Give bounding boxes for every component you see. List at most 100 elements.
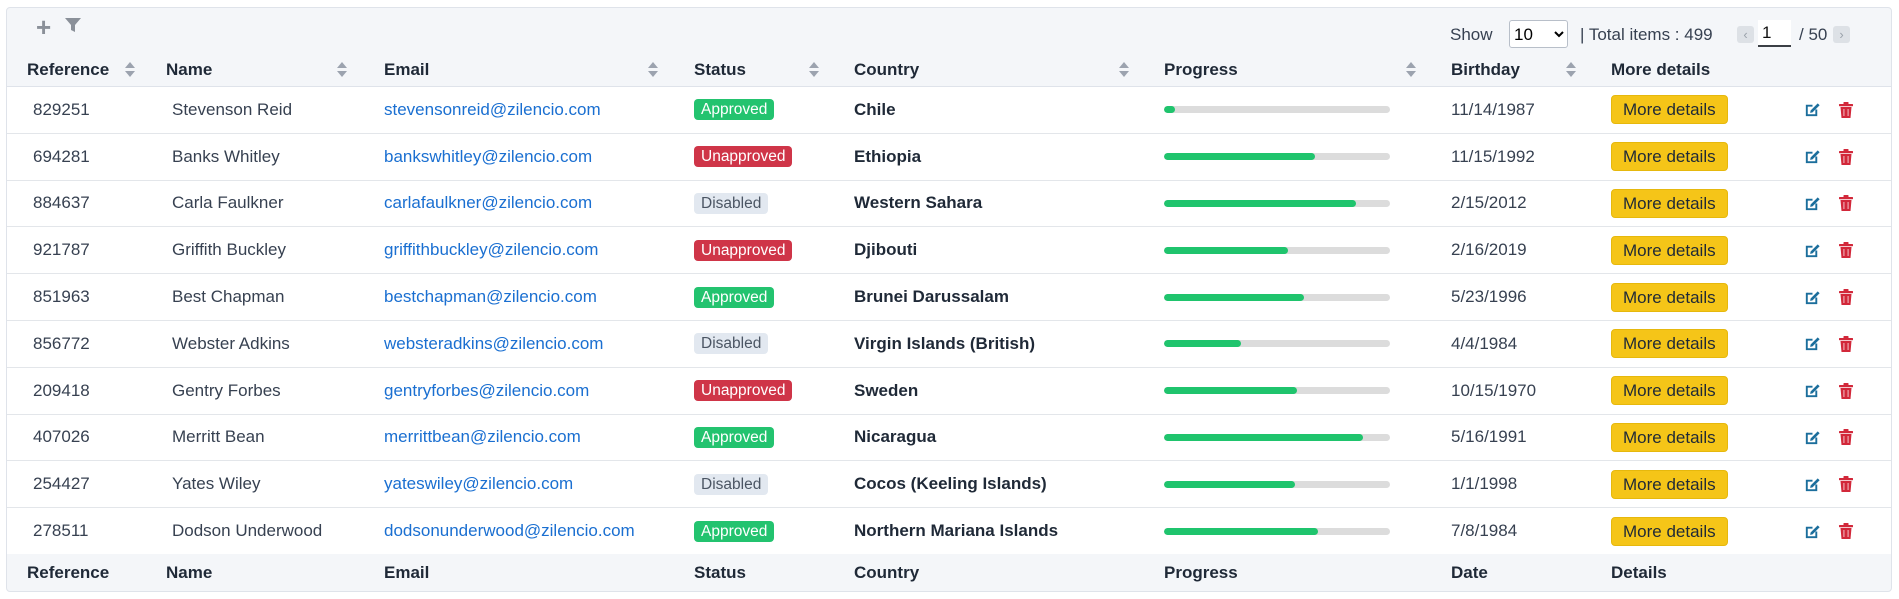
email-link[interactable]: griffithbuckley@zilencio.com — [384, 227, 598, 273]
edit-icon[interactable] — [1802, 287, 1822, 307]
table-footer: Reference Name Email Status Country Prog… — [7, 553, 1891, 591]
trash-icon[interactable] — [1836, 521, 1856, 541]
email-link[interactable]: websteradkins@zilencio.com — [384, 321, 603, 367]
trash-icon[interactable] — [1836, 287, 1856, 307]
header-email[interactable]: Email — [384, 60, 429, 80]
edit-icon[interactable] — [1802, 427, 1822, 447]
sort-icon[interactable] — [337, 58, 347, 80]
edit-icon[interactable] — [1802, 334, 1822, 354]
progress-fill — [1164, 433, 1363, 441]
email-link[interactable]: dodsonunderwood@zilencio.com — [384, 508, 635, 554]
reference-cell: 884637 — [33, 193, 90, 213]
header-progress[interactable]: Progress — [1164, 60, 1238, 80]
edit-icon[interactable] — [1802, 521, 1822, 541]
trash-icon[interactable] — [1836, 100, 1856, 120]
trash-icon[interactable] — [1836, 240, 1856, 260]
progress-fill — [1164, 293, 1305, 301]
actions-cell — [1802, 415, 1856, 461]
table-row: 856772 Webster Adkins websteradkins@zilenc… — [7, 319, 1891, 367]
email-link[interactable]: yateswiley@zilencio.com — [384, 461, 573, 507]
sort-icon[interactable] — [1119, 58, 1129, 80]
birthday-cell: 7/8/1984 — [1451, 521, 1518, 541]
page-size-select[interactable]: 10 — [1509, 20, 1568, 48]
progress-cell — [1164, 461, 1390, 507]
edit-icon[interactable] — [1802, 381, 1822, 401]
birthday-cell: 2/15/2012 — [1451, 193, 1527, 213]
progress-fill — [1164, 480, 1296, 488]
birthday-cell: 1/1/1998 — [1451, 474, 1518, 494]
current-page-input[interactable] — [1758, 20, 1791, 47]
sort-icon[interactable] — [1566, 58, 1576, 80]
trash-icon[interactable] — [1836, 474, 1856, 494]
sort-icon[interactable] — [125, 58, 135, 80]
more-details-button[interactable]: More details — [1611, 142, 1728, 172]
edit-icon[interactable] — [1802, 193, 1822, 213]
email-link[interactable]: bankswhitley@zilencio.com — [384, 134, 592, 180]
more-details-button[interactable]: More details — [1611, 329, 1728, 359]
reference-cell: 209418 — [33, 380, 90, 400]
status-cell: Approved — [694, 274, 775, 320]
trash-icon[interactable] — [1836, 381, 1856, 401]
data-grid: + Show 10 | Total items : 499 ‹ / 50 › R… — [6, 7, 1892, 592]
footer-status: Status — [694, 563, 746, 582]
actions-cell — [1802, 134, 1856, 180]
progress-bar — [1164, 246, 1390, 254]
reference-cell: 829251 — [33, 99, 90, 119]
progress-bar — [1164, 387, 1390, 395]
reference-cell: 407026 — [33, 427, 90, 447]
total-items: | Total items : 499 — [1580, 25, 1713, 44]
plus-icon[interactable]: + — [36, 14, 51, 40]
header-name[interactable]: Name — [166, 60, 212, 80]
header-country[interactable]: Country — [854, 60, 919, 80]
more-details-button[interactable]: More details — [1611, 469, 1728, 499]
more-details-button[interactable]: More details — [1611, 95, 1728, 125]
next-page-button[interactable]: › — [1833, 26, 1850, 43]
country-cell: Northern Mariana Islands — [854, 521, 1059, 541]
progress-cell — [1164, 321, 1390, 367]
progress-bar — [1164, 199, 1390, 207]
more-details-button[interactable]: More details — [1611, 376, 1728, 406]
more-details-cell: More details — [1611, 461, 1728, 507]
progress-cell — [1164, 87, 1390, 133]
more-details-cell: More details — [1611, 227, 1728, 273]
edit-icon[interactable] — [1802, 100, 1822, 120]
trash-icon[interactable] — [1836, 427, 1856, 447]
status-cell: Approved — [694, 415, 775, 461]
email-link[interactable]: carlafaulkner@zilencio.com — [384, 181, 592, 227]
email-link[interactable]: gentryforbes@zilencio.com — [384, 368, 589, 414]
email-link[interactable]: stevensonreid@zilencio.com — [384, 87, 601, 133]
progress-fill — [1164, 340, 1241, 348]
sort-icon[interactable] — [809, 58, 819, 80]
table-row: 278511 Dodson Underwood dodsonunderwood@zi… — [7, 507, 1891, 554]
sort-icon[interactable] — [1406, 58, 1416, 80]
birthday-cell: 11/14/1987 — [1451, 99, 1535, 119]
progress-cell — [1164, 274, 1390, 320]
status-badge: Approved — [694, 99, 775, 121]
header-status[interactable]: Status — [694, 60, 746, 80]
table-row: 829251 Stevenson Reid stevensonreid@zilenc… — [7, 86, 1891, 133]
status-cell: Disabled — [694, 461, 769, 507]
more-details-button[interactable]: More details — [1611, 422, 1728, 452]
sort-icon[interactable] — [648, 58, 658, 80]
email-link[interactable]: merrittbean@zilencio.com — [384, 415, 581, 461]
table-row: 254427 Yates Wiley yateswiley@zilencio.com… — [7, 460, 1891, 507]
more-details-button[interactable]: More details — [1611, 235, 1728, 265]
progress-fill — [1164, 527, 1318, 535]
trash-icon[interactable] — [1836, 147, 1856, 167]
more-details-button[interactable]: More details — [1611, 516, 1728, 546]
more-details-button[interactable]: More details — [1611, 282, 1728, 312]
more-details-cell: More details — [1611, 274, 1728, 320]
status-badge: Unapproved — [694, 239, 793, 261]
header-reference[interactable]: Reference — [27, 60, 109, 80]
trash-icon[interactable] — [1836, 334, 1856, 354]
edit-icon[interactable] — [1802, 240, 1822, 260]
email-link[interactable]: bestchapman@zilencio.com — [384, 274, 597, 320]
filter-icon[interactable] — [64, 16, 82, 34]
prev-page-button[interactable]: ‹ — [1737, 26, 1754, 43]
header-birthday[interactable]: Birthday — [1451, 60, 1520, 80]
edit-icon[interactable] — [1802, 147, 1822, 167]
edit-icon[interactable] — [1802, 474, 1822, 494]
more-details-button[interactable]: More details — [1611, 188, 1728, 218]
reference-cell: 694281 — [33, 146, 90, 166]
trash-icon[interactable] — [1836, 193, 1856, 213]
